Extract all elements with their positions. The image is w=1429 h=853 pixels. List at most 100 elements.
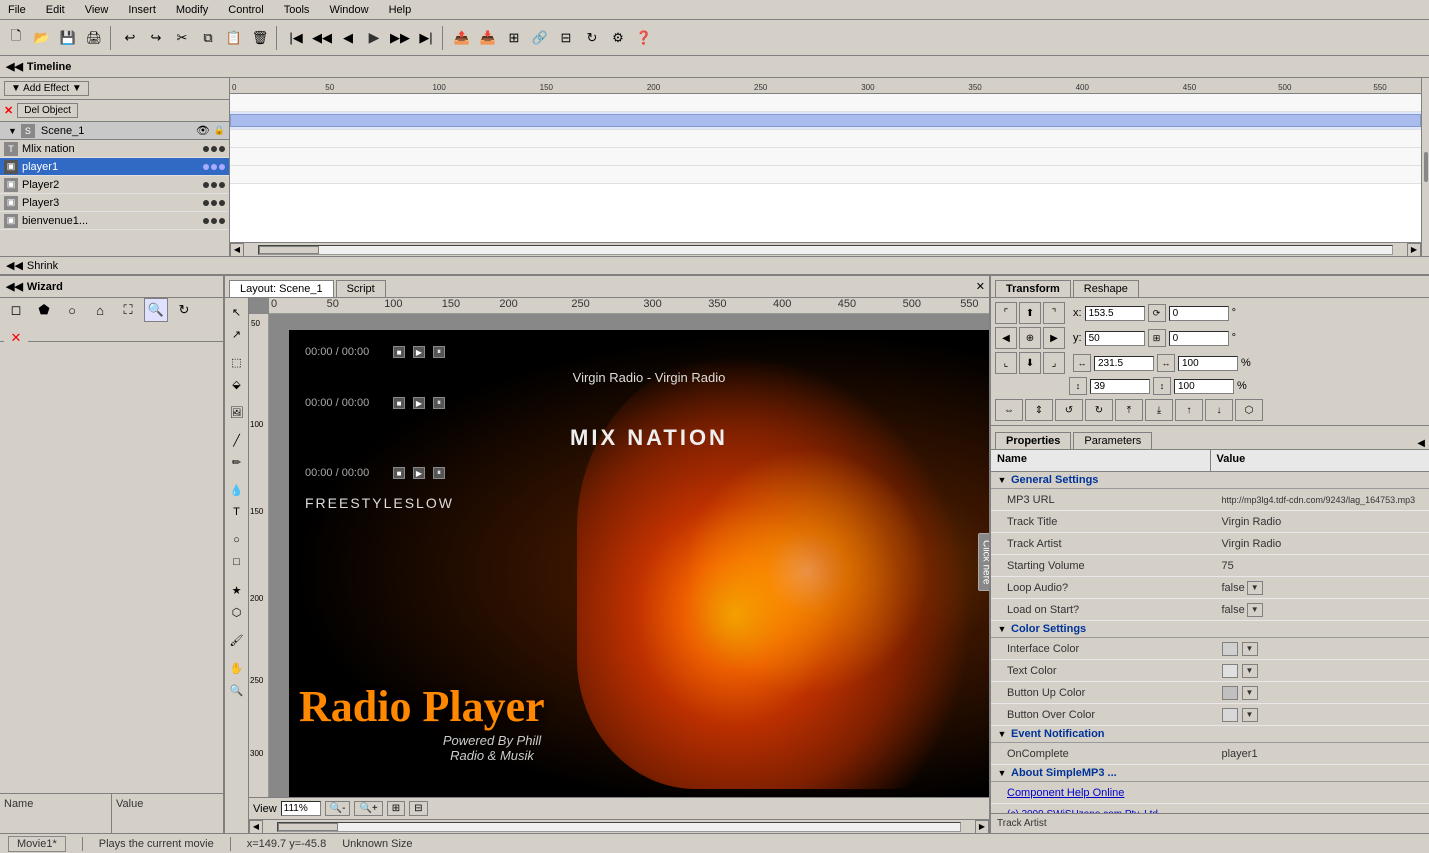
zoom-in-btn[interactable]: 🔍+ <box>354 801 382 816</box>
tab-reshape[interactable]: Reshape <box>1073 280 1139 297</box>
prop-help-online-link[interactable]: Component Help Online <box>991 785 1216 801</box>
flip-v-btn[interactable]: ⇕ <box>1025 399 1053 421</box>
menu-modify[interactable]: Modify <box>172 2 212 18</box>
wiz-btn6[interactable]: 🔍 <box>144 298 168 322</box>
tool-lasso[interactable]: ⬙ <box>227 374 247 394</box>
tool-select[interactable]: ↖ <box>227 302 247 322</box>
tb-save[interactable]: 💾 <box>56 26 80 50</box>
tb-forward[interactable]: ▶▶ <box>388 26 412 50</box>
tool-oval[interactable]: ○ <box>227 530 247 550</box>
tool-marquee[interactable]: ⬚ <box>227 352 247 372</box>
scene-eye-icon[interactable]: 👁 <box>196 124 210 137</box>
menu-edit[interactable]: Edit <box>42 2 69 18</box>
wizard-collapse-icon[interactable]: ◀◀ <box>6 280 23 293</box>
rp-stop1[interactable]: ■ <box>393 346 405 358</box>
tool-zoom[interactable]: 🔍 <box>227 680 247 700</box>
tool-eyedrop[interactable]: 💧 <box>227 480 247 500</box>
tb-play[interactable]: ▶ <box>362 26 386 50</box>
load-start-dropdown[interactable]: ▼ <box>1247 603 1263 617</box>
tool-hand[interactable]: ✋ <box>227 658 247 678</box>
w-input[interactable] <box>1094 356 1154 371</box>
scroll-thumb[interactable] <box>259 246 319 254</box>
tb-first[interactable]: |◀ <box>284 26 308 50</box>
tool-polygon[interactable]: ⬡ <box>227 602 247 622</box>
tb-paste[interactable]: 📋 <box>222 26 246 50</box>
tb-cut[interactable]: ✂ <box>170 26 194 50</box>
interface-color-swatch[interactable] <box>1222 642 1238 656</box>
tool-star[interactable]: ★ <box>227 580 247 600</box>
rp-play3[interactable]: ▶ <box>413 467 425 479</box>
back-btn[interactable]: ⤓ <box>1145 399 1173 421</box>
wiz-btn2[interactable]: ⬟ <box>32 298 56 322</box>
layout-scroll-track[interactable] <box>277 822 961 832</box>
tab-script[interactable]: Script <box>336 280 386 297</box>
tool-line[interactable]: ╱ <box>227 430 247 450</box>
rp-stop3[interactable]: ■ <box>393 467 405 479</box>
tb-redo[interactable]: ↪ <box>144 26 168 50</box>
tb-snap[interactable]: 🔗 <box>528 26 552 50</box>
shrink-arrow-left[interactable]: ◀◀ <box>6 259 23 272</box>
tool-image[interactable]: 🖼 <box>227 402 247 422</box>
group-btn[interactable]: ⬡ <box>1235 399 1263 421</box>
h-input[interactable] <box>1090 379 1150 394</box>
shrink-label[interactable]: Shrink <box>27 260 58 272</box>
align-tr[interactable]: ⌝ <box>1043 302 1065 324</box>
tb-delete[interactable]: 🗑 <box>248 26 272 50</box>
wiz-btn1[interactable]: ◻ <box>4 298 28 322</box>
wiz-btn5[interactable]: ⛶ <box>116 298 140 322</box>
add-effect-button[interactable]: ▼ Add Effect ▼ <box>4 81 89 96</box>
interface-color-dropdown[interactable]: ▼ <box>1242 642 1258 656</box>
layer-mlix[interactable]: T Mlix nation <box>0 140 229 158</box>
align-mc[interactable]: ⊕ <box>1019 327 1041 349</box>
tb-open[interactable]: 📂 <box>30 26 54 50</box>
tb-print[interactable]: 🖨 <box>82 26 106 50</box>
zoom-input[interactable] <box>281 801 321 816</box>
tb-copy[interactable]: ⧉ <box>196 26 220 50</box>
menu-control[interactable]: Control <box>224 2 267 18</box>
align-tl[interactable]: ⌜ <box>995 302 1017 324</box>
tb-align[interactable]: ⊟ <box>554 26 578 50</box>
tb-settings[interactable]: ⚙ <box>606 26 630 50</box>
front-btn[interactable]: ⤒ <box>1115 399 1143 421</box>
status-movie-tabs[interactable]: Movie1* <box>8 836 66 852</box>
tb-export[interactable]: 📤 <box>450 26 474 50</box>
rp-play2[interactable]: ▶ <box>413 397 425 409</box>
scene-lock-icon[interactable]: 🔒 <box>214 125 225 136</box>
rp-pause2[interactable]: ⏸ <box>433 397 445 409</box>
h-pct-input[interactable] <box>1174 379 1234 394</box>
scroll-track[interactable] <box>258 245 1393 255</box>
btn-up-swatch[interactable] <box>1222 686 1238 700</box>
stage-canvas[interactable]: 00:00 / 00:00 ■ ▶ ⏸ Virgin Radio - Virgi… <box>289 330 989 797</box>
skew-input[interactable] <box>1169 331 1229 346</box>
w-pct-input[interactable] <box>1178 356 1238 371</box>
btn-over-dropdown[interactable]: ▼ <box>1242 708 1258 722</box>
tool-text[interactable]: T <box>227 502 247 522</box>
props-expand-icon[interactable]: ◀ <box>1417 438 1425 449</box>
menu-view[interactable]: View <box>81 2 113 18</box>
wiz-btn4[interactable]: ⌂ <box>88 298 112 322</box>
layout-close-btn[interactable]: ✕ <box>976 280 985 293</box>
layer-player2[interactable]: ▣ Player2 <box>0 176 229 194</box>
menu-insert[interactable]: Insert <box>124 2 160 18</box>
rot-cw-btn[interactable]: ↻ <box>1085 399 1113 421</box>
rotate-icon[interactable]: ⟳ <box>1148 304 1166 322</box>
del-object-button[interactable]: Del Object <box>17 103 78 118</box>
layout-scroll-left[interactable]: ◀ <box>249 820 263 834</box>
bwd-btn[interactable]: ↓ <box>1205 399 1233 421</box>
rp-stop2[interactable]: ■ <box>393 397 405 409</box>
layout-scroll-thumb[interactable] <box>278 823 338 831</box>
menu-help[interactable]: Help <box>385 2 416 18</box>
tool-paint[interactable]: 🖌 <box>227 630 247 650</box>
general-settings-header[interactable]: ▼ General Settings <box>991 472 1429 489</box>
wiz-btn7[interactable]: ↻ <box>172 298 196 322</box>
layout-scroll-right[interactable]: ▶ <box>975 820 989 834</box>
rp-pause3[interactable]: ⏸ <box>433 467 445 479</box>
rotate-input[interactable] <box>1169 306 1229 321</box>
tb-prev[interactable]: ◀◀ <box>310 26 334 50</box>
tab-properties[interactable]: Properties <box>995 432 1071 449</box>
layer-bienvenue[interactable]: ▣ bienvenue1... <box>0 212 229 230</box>
tab-layout[interactable]: Layout: Scene_1 <box>229 280 334 297</box>
tool-pen[interactable]: ✏ <box>227 452 247 472</box>
menu-file[interactable]: File <box>4 2 30 18</box>
tb-import[interactable]: 📥 <box>476 26 500 50</box>
